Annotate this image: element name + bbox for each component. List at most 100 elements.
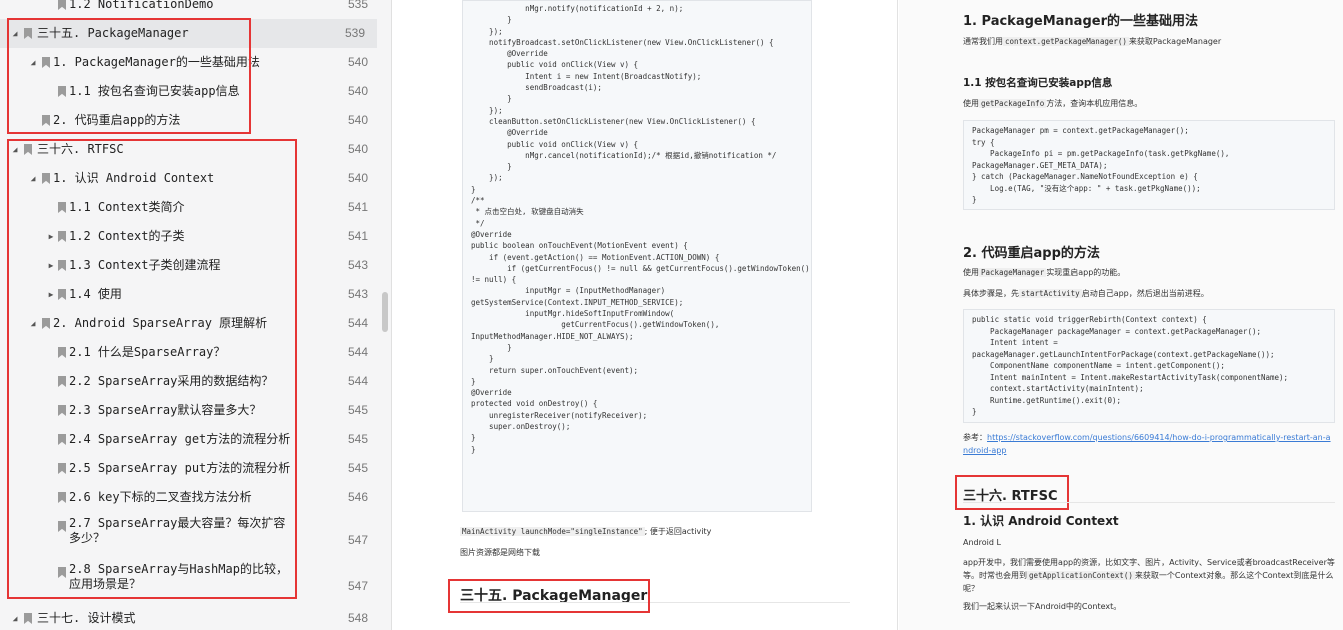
outline-page-number: 545 [347,461,368,475]
outline-page-number: 540 [347,84,368,98]
code-line: inputMgr.hideSoftInputFromWindow( [471,309,675,319]
code-line: @Override [471,49,548,59]
heading-query-installed-app: 1.1 按包名查询已安装app信息 [963,77,1113,89]
code-line: PackageManager.GET_META_DATA); [972,160,1108,170]
code-line: } [471,184,476,194]
code-line: Intent intent = [972,338,1058,347]
reference-link[interactable]: https://stackoverflow.com/questions/6609… [963,433,1331,455]
code-block-getpackageinfo: PackageManager pm = context.getPackageMa… [963,120,1335,210]
code-line: if (getCurrentFocus() != null && getCurr… [471,263,810,273]
query-paragraph: 使用 getPackageInfo 方法，查询本机应用信息。 [963,99,1143,108]
code-line: @Override [471,388,512,398]
reference-paragraph: 参考：https://stackoverflow.com/questions/6… [963,433,1331,455]
outline-page-number: 543 [347,258,368,272]
code-line: }); [471,173,503,183]
code-block-trigger-rebirth: public static void triggerRebirth(Contex… [963,309,1335,423]
code-line: } [972,407,977,416]
highlight-box-packagemanager [7,18,251,134]
code-line: } [471,433,476,443]
context-intro-line: 我们一起来认识一下Android中的Context。 [963,602,1122,611]
code-line: notifyBroadcast.setOnClickListener(new V… [471,37,774,47]
code-line: nMgr.notify(notificationId + 2, n); [471,4,684,13]
collapse-arrow-icon[interactable]: ◢ [10,604,20,630]
heading-pm-basic-usage: 1. PackageManager的一些基础用法 [963,14,1198,29]
code-line: } [471,94,512,104]
code-line: Intent mainIntent = Intent.makeRestartAc… [972,372,1289,382]
code-line: packageManager.getLaunchIntentForPackage… [972,349,1275,359]
outline-page-number: 547 [347,533,368,547]
code-line: unregisterReceiver(notifyReceiver); [471,410,648,420]
code-line: @Override [471,128,548,138]
outline-page-number: 545 [347,403,368,417]
outline-item[interactable]: 1.2 NotificationDemo 535 [0,0,380,19]
outline-page-number: 540 [347,113,368,127]
image-source-note: 图片资源都是网络下载 [460,548,540,557]
android-l-text: Android L [963,538,1001,547]
pm-intro-paragraph: 通常我们用 context.getPackageManager() 来获取Packa… [963,37,1222,46]
code-line: getSystemService(Context.INPUT_METHOD_SE… [471,297,684,307]
outline-page-number: 544 [347,374,368,388]
restart-paragraph: 使用 PackageManager 实现重启app的功能。 [963,268,1126,277]
code-line: Runtime.getRuntime().exit(0); [972,395,1122,405]
code-line: getCurrentFocus().getWindowToken(), [471,320,720,330]
outline-item-label: 1.2 NotificationDemo [69,0,214,11]
outline-page-number: 544 [347,345,368,359]
outline-item-label: 三十七. 设计模式 [37,611,136,625]
bookmark-icon [24,613,32,624]
code-block-notification: nMgr.notify(notificationId + 2, n); } })… [462,0,812,512]
outline-page-number: 546 [347,490,368,504]
context-paragraph: app开发中，我们需要使用app的资源，比如文字、图片，Activity、Ser… [963,558,1335,593]
code-line: try { [972,137,995,147]
bookmark-icon [58,0,66,10]
code-line: InputMethodManager.HIDE_NOT_ALWAYS); [471,331,634,341]
outline-page-number: 540 [347,171,368,185]
code-line: }); [471,26,503,36]
code-line: return super.onTouchEvent(event); [471,365,639,375]
code-line: * 点击空白处, 软键盘自动消失 [471,207,584,217]
code-line: Intent i = new Intent(BroadcastNotify); [471,71,702,81]
code-line: } [471,376,476,386]
code-line: public void onClick(View v) { [471,60,639,70]
code-line: public boolean onTouchEvent(MotionEvent … [471,241,688,251]
code-line: } [471,342,512,352]
code-line: if (event.getAction() == MotionEvent.ACT… [471,252,720,262]
document-page-left: nMgr.notify(notificationId + 2, n); } })… [392,0,898,630]
inline-code: MainActivity launchMode="singleInstance" [460,527,645,536]
code-line: @Override [471,229,512,239]
outline-page-number: 543 [347,287,368,301]
code-line: inputMgr = (InputMethodManager) [471,286,666,296]
code-line: PackageManager packageManager = context.… [972,326,1261,336]
outline-page-number: 541 [347,229,368,243]
launch-mode-note: MainActivity launchMode="singleInstance"… [460,526,711,537]
code-line: cleanButton.setOnClickListener(new View.… [471,116,756,126]
outline-sidebar: 1.2 NotificationDemo 535 ◢ 三十五. PackageMana… [0,0,392,630]
outline-page-number: 540 [347,142,368,156]
outline-page-number: 539 [344,26,365,40]
highlight-box-heading-packagemanager [448,579,650,613]
code-line: super.onDestroy(); [471,421,571,431]
code-line: public void onClick(View v) { [471,139,639,149]
code-line: PackageInfo pi = pm.getPackageInfo(task.… [972,149,1230,158]
code-line: } [471,15,512,25]
document-page-right: 1. PackageManager的一些基础用法 通常我们用 context.ge… [899,0,1343,630]
outline-page-number: 547 [347,579,368,593]
outline-page-number: 548 [347,611,368,625]
outline-page-number: 535 [347,0,368,11]
outline-page-number: 541 [347,200,368,214]
heading-android-context: 1. 认识 Android Context [963,514,1119,528]
outline-item[interactable]: ◢ 三十七. 设计模式 548 [0,604,380,630]
code-line: public static void triggerRebirth(Contex… [972,315,1207,324]
code-line: } [972,195,977,204]
outline-page-number: 545 [347,432,368,446]
code-line: }); [471,105,503,115]
code-line: ComponentName componentName = intent.get… [972,361,1225,370]
code-line: } [471,444,476,454]
code-line: */ [471,218,485,228]
heading-divider [963,502,1335,503]
code-line: Log.e(TAG, "没有这个app: " + task.getPkgName… [972,183,1201,193]
code-line: } [471,354,494,364]
code-line: PackageManager pm = context.getPackageMa… [972,126,1189,135]
outline-page-number: 544 [347,316,368,330]
sidebar-scrollbar-thumb[interactable] [382,292,388,332]
code-line: /** [471,196,485,206]
